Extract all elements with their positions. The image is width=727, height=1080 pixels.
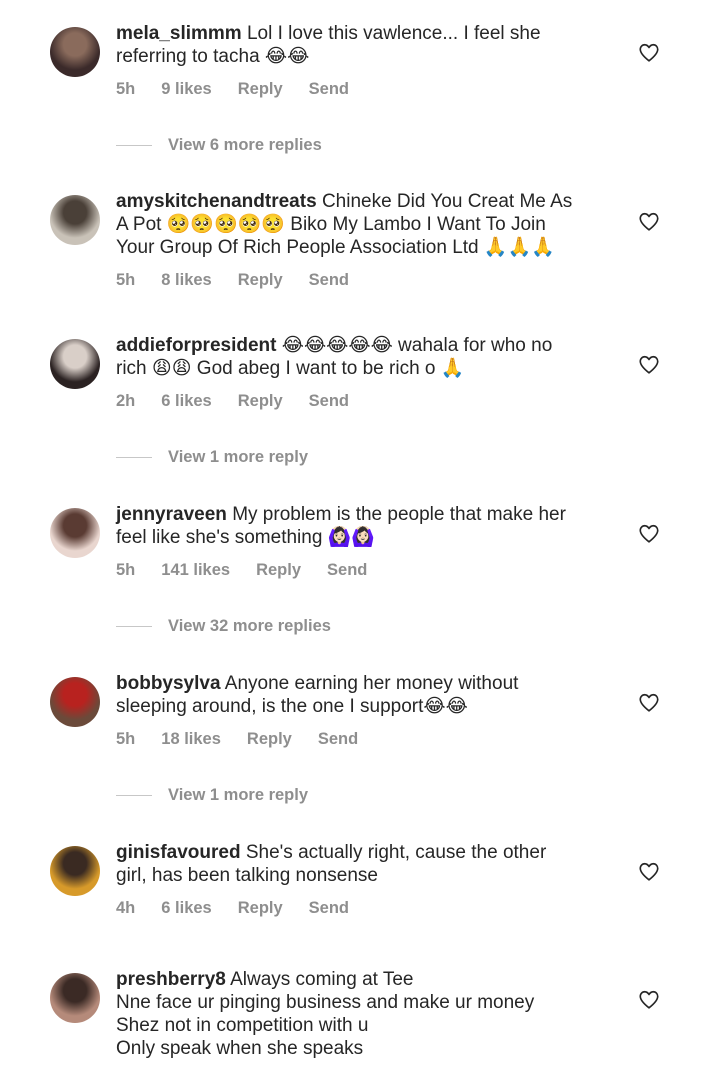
like-heart-icon[interactable] bbox=[638, 354, 660, 376]
comment-username[interactable]: bobbysylva bbox=[116, 673, 221, 694]
comment-meta: 5h 18 likes Reply Send bbox=[116, 730, 384, 749]
comment-body: jennyraveen My problem is the people tha… bbox=[116, 503, 606, 549]
reply-button[interactable]: Reply bbox=[238, 392, 283, 410]
send-button[interactable]: Send bbox=[309, 899, 349, 917]
avatar[interactable] bbox=[50, 27, 100, 77]
view-replies-button[interactable]: View 32 more replies bbox=[116, 617, 331, 636]
replies-divider bbox=[116, 145, 152, 147]
comment-body: amyskitchenandtreats Chineke Did You Cre… bbox=[116, 190, 606, 259]
comment-time: 5h bbox=[116, 561, 136, 579]
send-button[interactable]: Send bbox=[309, 271, 349, 289]
avatar[interactable] bbox=[50, 508, 100, 558]
comment-username[interactable]: jennyraveen bbox=[116, 504, 227, 525]
send-button[interactable]: Send bbox=[327, 561, 367, 579]
reply-button[interactable]: Reply bbox=[256, 561, 301, 579]
comment-username[interactable]: preshberry8 bbox=[116, 969, 226, 990]
comment-time: 4h bbox=[116, 899, 136, 917]
avatar[interactable] bbox=[50, 677, 100, 727]
like-heart-icon[interactable] bbox=[638, 861, 660, 883]
comment-meta: 5h 8 likes Reply Send bbox=[116, 271, 375, 290]
comments-feed: mela_slimmm Lol I love this vawlence... … bbox=[0, 0, 727, 1080]
like-heart-icon[interactable] bbox=[638, 989, 660, 1011]
replies-divider bbox=[116, 626, 152, 628]
comment-body: addieforpresident 😂😂😂😂😂 wahala for who n… bbox=[116, 334, 606, 380]
view-replies-label: View 1 more reply bbox=[168, 448, 309, 466]
comment-body: ginisfavoured She's actually right, caus… bbox=[116, 841, 606, 887]
avatar[interactable] bbox=[50, 195, 100, 245]
like-heart-icon[interactable] bbox=[638, 523, 660, 545]
comment-body: mela_slimmm Lol I love this vawlence... … bbox=[116, 22, 606, 68]
like-heart-icon[interactable] bbox=[638, 211, 660, 233]
comment-time: 5h bbox=[116, 271, 136, 289]
view-replies-button[interactable]: View 1 more reply bbox=[116, 786, 308, 805]
avatar[interactable] bbox=[50, 846, 100, 896]
comment-time: 5h bbox=[116, 730, 136, 748]
comment-time: 2h bbox=[116, 392, 136, 410]
send-button[interactable]: Send bbox=[309, 392, 349, 410]
reply-button[interactable]: Reply bbox=[238, 271, 283, 289]
likes-count[interactable]: 6 likes bbox=[161, 899, 211, 917]
comment-meta: 5h 141 likes Reply Send bbox=[116, 561, 393, 580]
like-heart-icon[interactable] bbox=[638, 42, 660, 64]
view-replies-label: View 6 more replies bbox=[168, 136, 322, 154]
reply-button[interactable]: Reply bbox=[238, 899, 283, 917]
like-heart-icon[interactable] bbox=[638, 692, 660, 714]
reply-button[interactable]: Reply bbox=[247, 730, 292, 748]
comment-username[interactable]: addieforpresident bbox=[116, 335, 276, 356]
comment-username[interactable]: amyskitchenandtreats bbox=[116, 191, 317, 212]
comment-body: preshberry8 Always coming at Tee Nne fac… bbox=[116, 968, 606, 1060]
comment-username[interactable]: ginisfavoured bbox=[116, 842, 241, 863]
comment-meta: 4h 6 likes Reply Send bbox=[116, 899, 375, 918]
replies-divider bbox=[116, 457, 152, 459]
view-replies-label: View 1 more reply bbox=[168, 786, 309, 804]
likes-count[interactable]: 6 likes bbox=[161, 392, 211, 410]
likes-count[interactable]: 8 likes bbox=[161, 271, 211, 289]
likes-count[interactable]: 9 likes bbox=[161, 80, 211, 98]
comment-meta: 5h 9 likes Reply Send bbox=[116, 80, 375, 99]
send-button[interactable]: Send bbox=[309, 80, 349, 98]
avatar[interactable] bbox=[50, 339, 100, 389]
avatar[interactable] bbox=[50, 973, 100, 1023]
reply-button[interactable]: Reply bbox=[238, 80, 283, 98]
likes-count[interactable]: 18 likes bbox=[161, 730, 221, 748]
view-replies-label: View 32 more replies bbox=[168, 617, 331, 635]
comment-body: bobbysylva Anyone earning her money with… bbox=[116, 672, 606, 718]
comment-meta: 2h 6 likes Reply Send bbox=[116, 392, 375, 411]
comment-time: 5h bbox=[116, 80, 136, 98]
view-replies-button[interactable]: View 6 more replies bbox=[116, 136, 322, 155]
view-replies-button[interactable]: View 1 more reply bbox=[116, 448, 308, 467]
comment-username[interactable]: mela_slimmm bbox=[116, 23, 242, 44]
likes-count[interactable]: 141 likes bbox=[161, 561, 230, 579]
replies-divider bbox=[116, 795, 152, 797]
send-button[interactable]: Send bbox=[318, 730, 358, 748]
